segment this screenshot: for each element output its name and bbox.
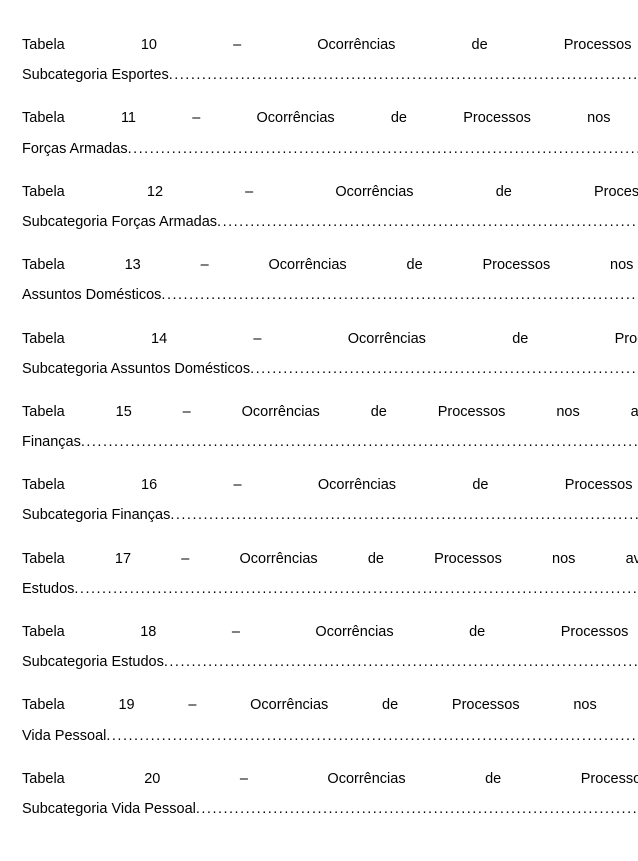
entry-text: Tabela 16 – Ocorrências de Processos nas…: [22, 474, 638, 527]
entry-text: Tabela 19 – Ocorrências de Processos nos…: [22, 694, 638, 747]
entry-line-2: Subcategoria Estudos: [22, 651, 638, 674]
entry-line-2: Subcategoria Forças Armadas: [22, 211, 638, 234]
entry-line-2: Finanças: [22, 431, 638, 454]
leader-dots: [250, 358, 638, 381]
entry-label-end: Finanças: [22, 431, 81, 454]
entry-line-1: Tabela 13 – Ocorrências de Processos nos…: [22, 254, 638, 277]
entry-line-1: Tabela 14 – Ocorrências de Processos nas…: [22, 328, 638, 351]
toc-entry: Tabela 10 – Ocorrências de Processos nas…: [22, 34, 614, 87]
entry-line-1: Tabela 16 – Ocorrências de Processos nas…: [22, 474, 638, 497]
toc-entry: Tabela 18 – Ocorrências de Processos nas…: [22, 621, 614, 674]
leader-dots: [161, 284, 638, 307]
entry-text: Tabela 20 – Ocorrências de Processos nas…: [22, 768, 638, 821]
entry-text: Tabela 11 – Ocorrências de Processos nos…: [22, 107, 638, 160]
entry-label-end: Forças Armadas: [22, 138, 128, 161]
toc-entry: Tabela 16 – Ocorrências de Processos nas…: [22, 474, 614, 527]
entry-label-end: Subcategoria Assuntos Domésticos: [22, 358, 250, 381]
entry-text: Tabela 18 – Ocorrências de Processos nas…: [22, 621, 638, 674]
leader-dots: [106, 725, 638, 748]
entry-line-2: Subcategoria Finanças: [22, 504, 638, 527]
entry-line-1: Tabela 15 – Ocorrências de Processos nos…: [22, 401, 638, 424]
leader-dots: [128, 138, 638, 161]
entry-text: Tabela 14 – Ocorrências de Processos nas…: [22, 328, 638, 381]
toc-entry: Tabela 12 – Ocorrências de Processos nas…: [22, 181, 614, 234]
entry-label-end: Assuntos Domésticos: [22, 284, 161, 307]
entry-line-2: Estudos: [22, 578, 638, 601]
entry-line-2: Forças Armadas: [22, 138, 638, 161]
leader-dots: [169, 64, 638, 87]
leader-dots: [170, 504, 638, 527]
table-of-contents: Tabela 10 – Ocorrências de Processos nas…: [22, 34, 614, 821]
entry-line-1: Tabela 20 – Ocorrências de Processos nas…: [22, 768, 638, 791]
entry-text: Tabela 15 – Ocorrências de Processos nos…: [22, 401, 638, 454]
entry-text: Tabela 13 – Ocorrências de Processos nos…: [22, 254, 638, 307]
entry-line-2: Assuntos Domésticos: [22, 284, 638, 307]
leader-dots: [196, 798, 638, 821]
toc-entry: Tabela 13 – Ocorrências de Processos nos…: [22, 254, 614, 307]
toc-entry: Tabela 19 – Ocorrências de Processos nos…: [22, 694, 614, 747]
entry-line-2: Subcategoria Vida Pessoal: [22, 798, 638, 821]
leader-dots: [217, 211, 638, 234]
leader-dots: [74, 578, 638, 601]
toc-entry: Tabela 11 – Ocorrências de Processos nos…: [22, 107, 614, 160]
entry-label-end: Subcategoria Forças Armadas: [22, 211, 217, 234]
entry-label-end: Subcategoria Esportes: [22, 64, 169, 87]
entry-line-1: Tabela 10 – Ocorrências de Processos nas…: [22, 34, 638, 57]
entry-text: Tabela 10 – Ocorrências de Processos nas…: [22, 34, 638, 87]
entry-text: Tabela 12 – Ocorrências de Processos nas…: [22, 181, 638, 234]
entry-line-2: Subcategoria Assuntos Domésticos: [22, 358, 638, 381]
entry-line-1: Tabela 11 – Ocorrências de Processos nos…: [22, 107, 638, 130]
leader-dots: [164, 651, 638, 674]
leader-dots: [81, 431, 638, 454]
entry-label-end: Subcategoria Estudos: [22, 651, 164, 674]
entry-line-1: Tabela 18 – Ocorrências de Processos nas…: [22, 621, 638, 644]
entry-line-1: Tabela 17 – Ocorrências de Processos nos…: [22, 548, 638, 571]
toc-entry: Tabela 17 – Ocorrências de Processos nos…: [22, 548, 614, 601]
entry-label-end: Estudos: [22, 578, 74, 601]
toc-entry: Tabela 20 – Ocorrências de Processos nas…: [22, 768, 614, 821]
entry-label-end: Vida Pessoal: [22, 725, 106, 748]
toc-entry: Tabela 15 – Ocorrências de Processos nos…: [22, 401, 614, 454]
entry-line-2: Vida Pessoal: [22, 725, 638, 748]
toc-entry: Tabela 14 – Ocorrências de Processos nas…: [22, 328, 614, 381]
entry-text: Tabela 17 – Ocorrências de Processos nos…: [22, 548, 638, 601]
entry-line-1: Tabela 19 – Ocorrências de Processos nos…: [22, 694, 638, 717]
entry-label-end: Subcategoria Finanças: [22, 504, 170, 527]
entry-line-1: Tabela 12 – Ocorrências de Processos nas…: [22, 181, 638, 204]
entry-line-2: Subcategoria Esportes: [22, 64, 638, 87]
entry-label-end: Subcategoria Vida Pessoal: [22, 798, 196, 821]
